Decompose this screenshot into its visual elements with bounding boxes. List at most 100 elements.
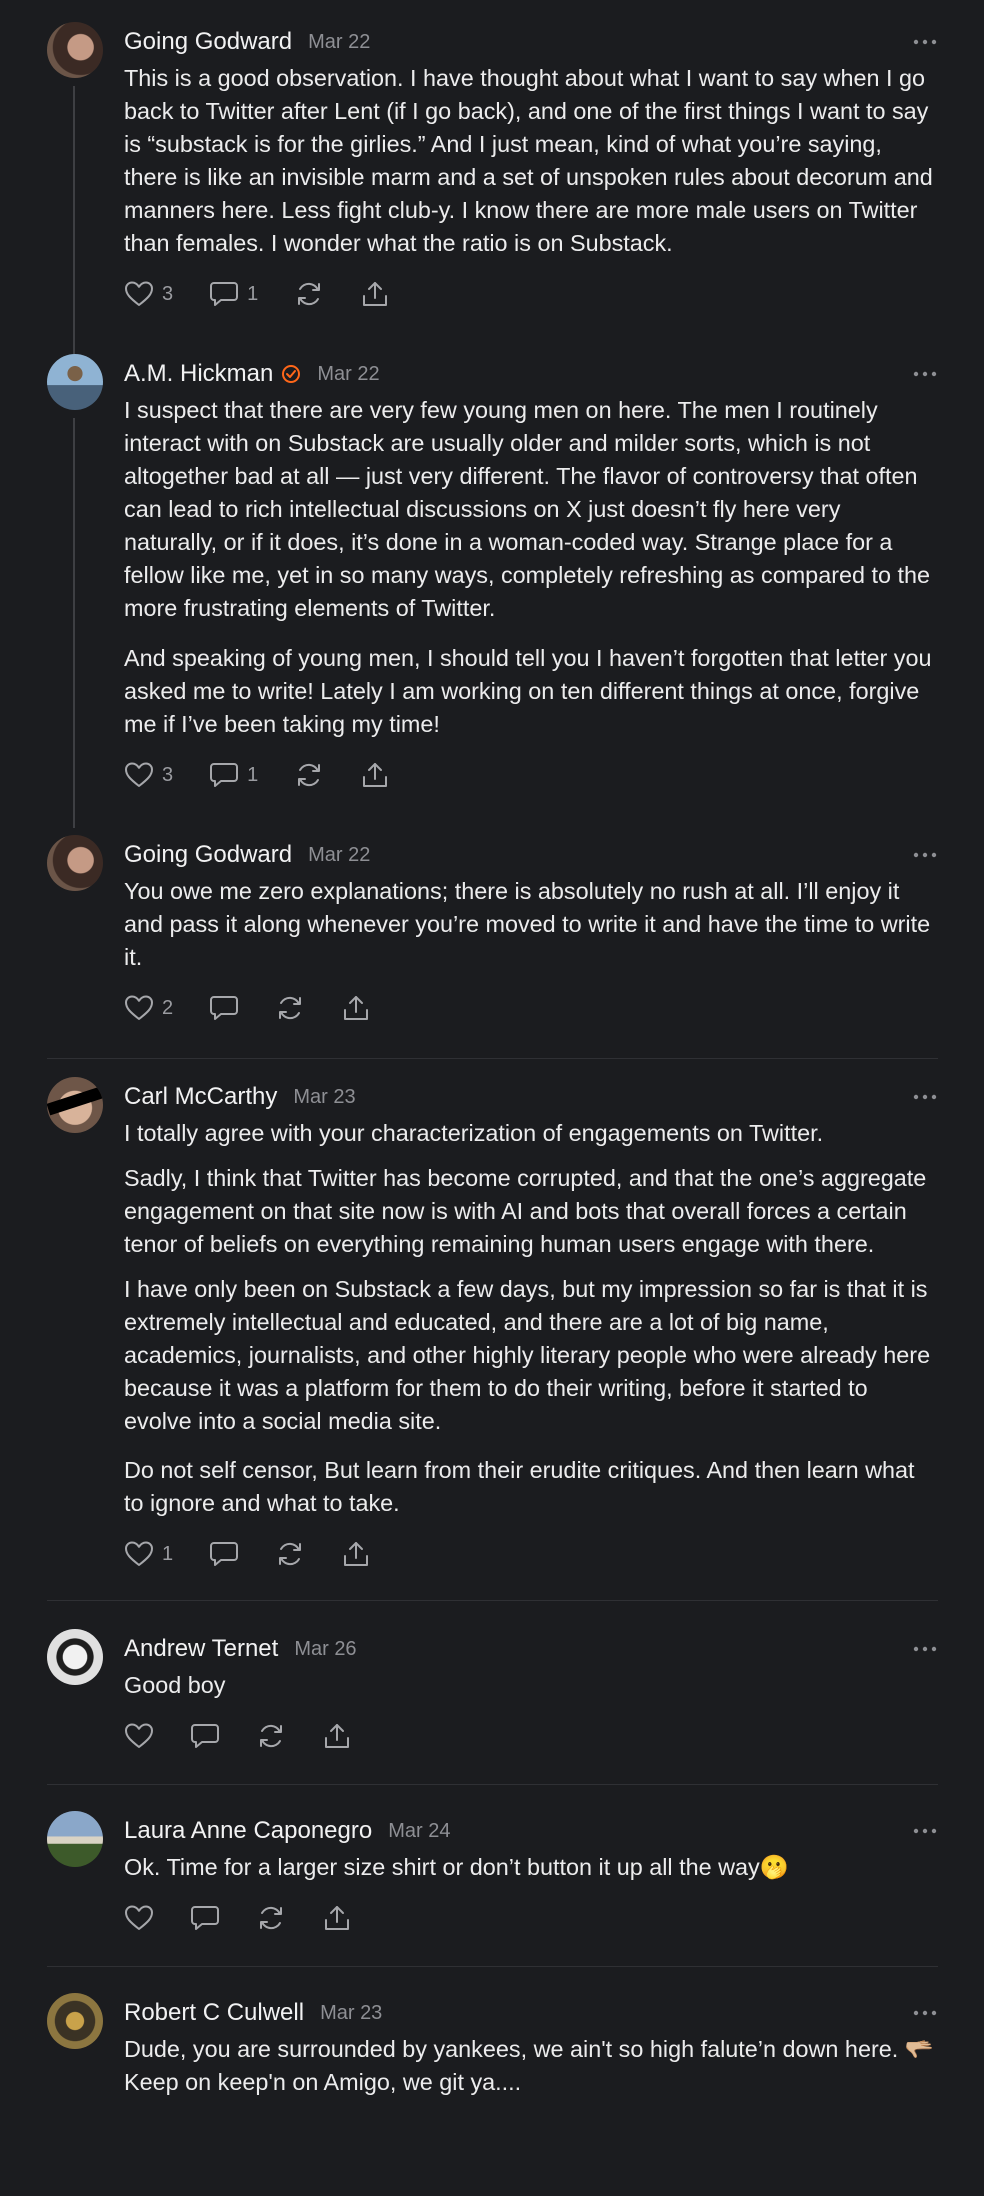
- author-name[interactable]: Carl McCarthy: [124, 1083, 277, 1111]
- heart-icon: [125, 1541, 153, 1566]
- share-button[interactable]: [360, 272, 390, 316]
- comment-date[interactable]: Mar 22: [308, 31, 370, 54]
- author-name[interactable]: Robert C Culwell: [124, 1999, 304, 2027]
- restack-button[interactable]: [275, 1532, 305, 1576]
- reply-button[interactable]: [190, 1714, 220, 1758]
- share-button[interactable]: [322, 1896, 352, 1940]
- comment-date[interactable]: Mar 22: [308, 844, 370, 867]
- more-dots-icon[interactable]: [912, 2001, 938, 2025]
- restack-button[interactable]: [256, 1714, 286, 1758]
- author-name[interactable]: Going Godward: [124, 841, 292, 869]
- comment-text: Dude, you are surrounded by yankees, we …: [124, 2033, 938, 2099]
- thread-line: [73, 418, 75, 828]
- comment-bubble-icon: [210, 996, 239, 1020]
- share-icon: [363, 282, 388, 306]
- comment: Carl McCarthy Mar 23 I totally agree wit…: [0, 1059, 984, 1576]
- share-button[interactable]: [341, 1532, 371, 1576]
- heart-icon: [125, 1723, 153, 1748]
- like-button[interactable]: [124, 1896, 154, 1940]
- comment-paragraph: I have only been on Substack a few days,…: [124, 1276, 931, 1434]
- avatar[interactable]: [47, 1629, 103, 1685]
- restack-icon: [260, 1906, 282, 1930]
- comment-paragraph: Do not self censor, But learn from their…: [124, 1457, 915, 1516]
- heart-icon: [125, 1905, 153, 1930]
- like-button[interactable]: 3: [124, 272, 173, 316]
- comment: Going Godward Mar 22 This is a good obse…: [0, 0, 984, 383]
- avatar[interactable]: [47, 835, 103, 891]
- comment-date[interactable]: Mar 22: [317, 363, 379, 386]
- like-count: 1: [162, 1542, 174, 1565]
- author-name[interactable]: Going Godward: [124, 28, 292, 56]
- avatar[interactable]: [47, 1993, 103, 2049]
- reply-button[interactable]: [209, 1532, 239, 1576]
- avatar[interactable]: [47, 1811, 103, 1867]
- comment-actions: [124, 1714, 938, 1758]
- comment-date[interactable]: Mar 23: [293, 1086, 355, 1109]
- reply-count: 1: [247, 763, 259, 786]
- comment-paragraph: And speaking of young men, I should tell…: [124, 645, 932, 737]
- like-button[interactable]: 2: [124, 986, 173, 1030]
- more-dots-icon[interactable]: [912, 1637, 938, 1661]
- like-button[interactable]: 3: [124, 753, 173, 797]
- comment-paragraph: This is a good observation. I have thoug…: [124, 65, 933, 256]
- share-icon: [325, 1906, 349, 1930]
- comment: Going Godward Mar 22 You owe me zero exp…: [0, 797, 984, 1030]
- share-icon: [363, 763, 388, 787]
- share-icon: [325, 1724, 349, 1748]
- more-dots-icon[interactable]: [912, 1085, 938, 1109]
- comment-text: You owe me zero explanations; there is a…: [124, 875, 938, 974]
- comment-actions: 2: [124, 986, 938, 1030]
- restack-icon: [298, 282, 321, 306]
- comment-paragraph: Ok. Time for a larger size shirt or don’…: [124, 1854, 789, 1880]
- author-name[interactable]: A.M. Hickman: [124, 360, 273, 388]
- comment-text: Ok. Time for a larger size shirt or don’…: [124, 1851, 938, 1884]
- comment: Andrew Ternet Mar 26 Good boy: [0, 1601, 984, 1758]
- share-icon: [344, 1542, 369, 1566]
- like-count: 3: [162, 282, 174, 305]
- comment: A.M. Hickman Mar 22 I suspect that there…: [0, 316, 984, 828]
- comment-text: I suspect that there are very few young …: [124, 394, 938, 741]
- comment: Robert C Culwell Mar 23 Dude, you are su…: [0, 1967, 984, 2111]
- restack-icon: [298, 763, 321, 787]
- author-name[interactable]: Laura Anne Caponegro: [124, 1817, 372, 1845]
- reply-button[interactable]: [209, 986, 239, 1030]
- restack-icon: [279, 1542, 302, 1566]
- comment-text: I totally agree with your characterizati…: [124, 1117, 938, 1520]
- like-button[interactable]: [124, 1714, 154, 1758]
- more-dots-icon[interactable]: [912, 1819, 938, 1843]
- like-button[interactable]: 1: [124, 1532, 173, 1576]
- avatar[interactable]: [47, 354, 103, 410]
- avatar[interactable]: [47, 1077, 103, 1133]
- reply-button[interactable]: 1: [209, 272, 258, 316]
- restack-button[interactable]: [294, 753, 324, 797]
- share-button[interactable]: [360, 753, 390, 797]
- more-dots-icon[interactable]: [912, 30, 938, 54]
- comment-actions: 3 1: [124, 753, 938, 797]
- restack-button[interactable]: [256, 1896, 286, 1940]
- comment-bubble-icon: [210, 282, 239, 306]
- author-name[interactable]: Andrew Ternet: [124, 1635, 278, 1663]
- avatar[interactable]: [47, 22, 103, 78]
- comment-date[interactable]: Mar 24: [388, 1820, 450, 1843]
- comment-date[interactable]: Mar 26: [294, 1638, 356, 1661]
- reply-button[interactable]: 1: [209, 753, 258, 797]
- comment-actions: 3 1: [124, 272, 938, 316]
- restack-icon: [260, 1724, 282, 1748]
- comment-paragraph: You owe me zero explanations; there is a…: [124, 878, 931, 970]
- reply-button[interactable]: [190, 1896, 220, 1940]
- restack-button[interactable]: [275, 986, 305, 1030]
- comment-bubble-icon: [210, 1542, 239, 1566]
- comment-paragraph: I suspect that there are very few young …: [124, 397, 931, 621]
- restack-button[interactable]: [294, 272, 324, 316]
- share-button[interactable]: [322, 1714, 352, 1758]
- more-dots-icon[interactable]: [912, 843, 938, 867]
- comment-paragraph: Sadly, I think that Twitter has become c…: [124, 1165, 927, 1257]
- reply-count: 1: [247, 282, 259, 305]
- comment-actions: 1: [124, 1532, 938, 1576]
- more-dots-icon[interactable]: [912, 362, 938, 386]
- comment-paragraph: Good boy: [124, 1672, 226, 1698]
- comment-date[interactable]: Mar 23: [320, 2002, 382, 2025]
- comment-bubble-icon: [210, 763, 239, 787]
- share-button[interactable]: [341, 986, 371, 1030]
- verified-badge-icon: [281, 364, 301, 384]
